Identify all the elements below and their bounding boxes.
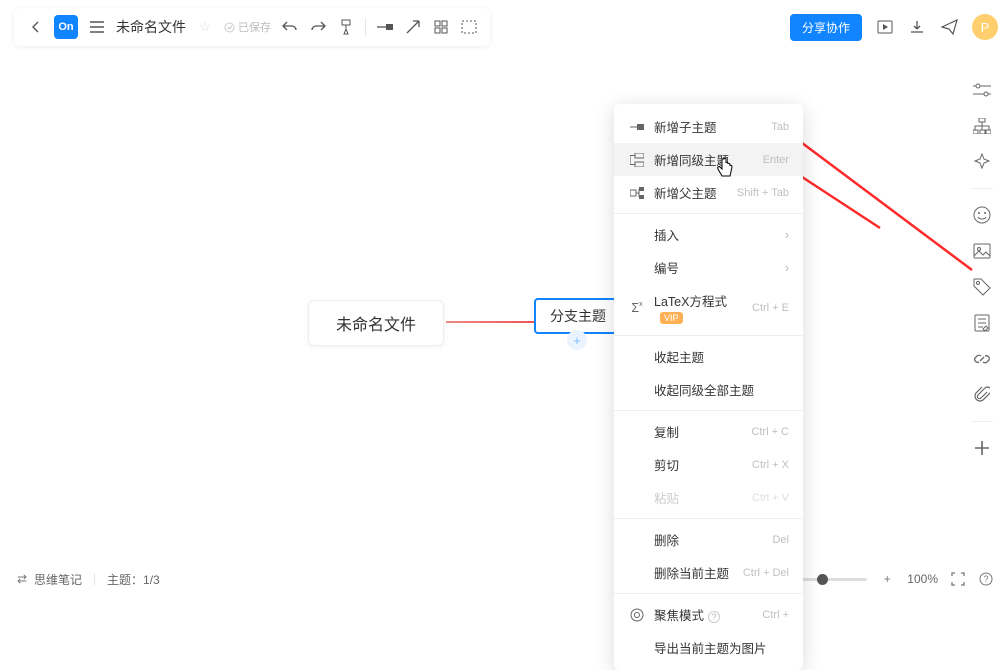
align-icon[interactable] [432,18,450,36]
app-logo: On [54,15,78,39]
save-status: 已保存 [224,19,271,35]
rail-separator [971,421,993,422]
menu-delete-current[interactable]: 删除当前主题Ctrl + Del [614,556,803,589]
menu-separator [614,593,803,594]
share-button[interactable]: 分享协作 [790,14,862,41]
menu-separator [614,335,803,336]
menu-numbering[interactable]: 编号› [614,251,803,284]
document-title[interactable]: 未命名文件 [116,17,186,37]
star-icon[interactable]: ☆ [196,18,214,36]
settings-icon[interactable] [972,80,992,100]
parent-topic-icon [628,187,646,199]
help-status-icon[interactable]: ? [978,571,994,587]
menu-add-child[interactable]: 新增子主题Tab [614,110,803,143]
note-icon[interactable] [972,313,992,333]
attachment-icon[interactable] [972,385,992,405]
add-node-button[interactable]: + [567,330,587,350]
rail-separator [971,188,993,189]
menu-separator [614,410,803,411]
menu-copy[interactable]: 复制Ctrl + C [614,415,803,448]
menu-separator [614,213,803,214]
menu-delete[interactable]: 删除Del [614,523,803,556]
notes-button[interactable]: 思维笔记 [34,571,82,588]
node-icon[interactable] [376,18,394,36]
zoom-knob[interactable] [817,574,828,585]
menu-icon[interactable] [88,18,106,36]
status-bar: ⇄ 思维笔记 主题：1/3 − + 100% ? [0,567,1008,591]
target-icon [628,608,646,622]
sigma-icon: Σx [628,301,646,315]
sibling-topic-icon [628,153,646,167]
redo-icon[interactable] [309,18,327,36]
child-topic-icon [628,122,646,132]
marquee-icon[interactable] [460,18,478,36]
tag-icon[interactable] [972,277,992,297]
play-icon[interactable] [876,18,894,36]
menu-insert[interactable]: 插入› [614,218,803,251]
menu-paste: 粘贴Ctrl + V [614,481,803,514]
header-right: 分享协作 P [790,8,998,46]
chevron-right-icon: › [785,228,789,242]
node-connector [446,321,534,323]
send-icon[interactable] [940,18,958,36]
context-menu: 新增子主题Tab 新增同级主题Enter 新增父主题Shift + Tab 插入… [614,104,803,670]
toolbar-separator [365,18,366,36]
zoom-value: 100% [907,572,938,586]
emoji-icon[interactable] [972,205,992,225]
image-icon[interactable] [972,241,992,261]
menu-collapse-siblings[interactable]: 收起同级全部主题 [614,373,803,406]
fullscreen-icon[interactable] [950,571,966,587]
toolbar: On 未命名文件 ☆ 已保存 [14,8,490,46]
structure-icon[interactable] [972,116,992,136]
zoom-in-icon[interactable]: + [879,571,895,587]
menu-focus-mode[interactable]: 聚焦模式?Ctrl + [614,598,803,631]
right-rail [966,80,998,458]
arrow-tool-icon[interactable] [404,18,422,36]
plus-icon[interactable] [972,438,992,458]
swap-icon[interactable]: ⇄ [14,571,30,587]
chevron-right-icon: › [785,261,789,275]
menu-collapse[interactable]: 收起主题 [614,340,803,373]
back-icon[interactable] [26,18,44,36]
branch-node[interactable]: 分支主题 [534,298,622,334]
help-icon: ? [708,611,720,623]
download-icon[interactable] [908,18,926,36]
format-painter-icon[interactable] [337,18,355,36]
avatar[interactable]: P [972,14,998,40]
annotation-arrow [772,120,982,280]
topic-count: 主题：1/3 [107,571,160,588]
undo-icon[interactable] [281,18,299,36]
menu-add-sibling[interactable]: 新增同级主题Enter [614,143,803,176]
menu-export-image[interactable]: 导出当前主题为图片 [614,631,803,664]
menu-cut[interactable]: 剪切Ctrl + X [614,448,803,481]
svg-text:?: ? [983,574,988,584]
status-separator [94,573,95,585]
sparkle-icon[interactable] [972,152,992,172]
menu-separator [614,518,803,519]
menu-latex[interactable]: ΣxLaTeX方程式VIPCtrl + E [614,284,803,331]
link-icon[interactable] [972,349,992,369]
root-node[interactable]: 未命名文件 [308,300,444,346]
menu-add-parent[interactable]: 新增父主题Shift + Tab [614,176,803,209]
